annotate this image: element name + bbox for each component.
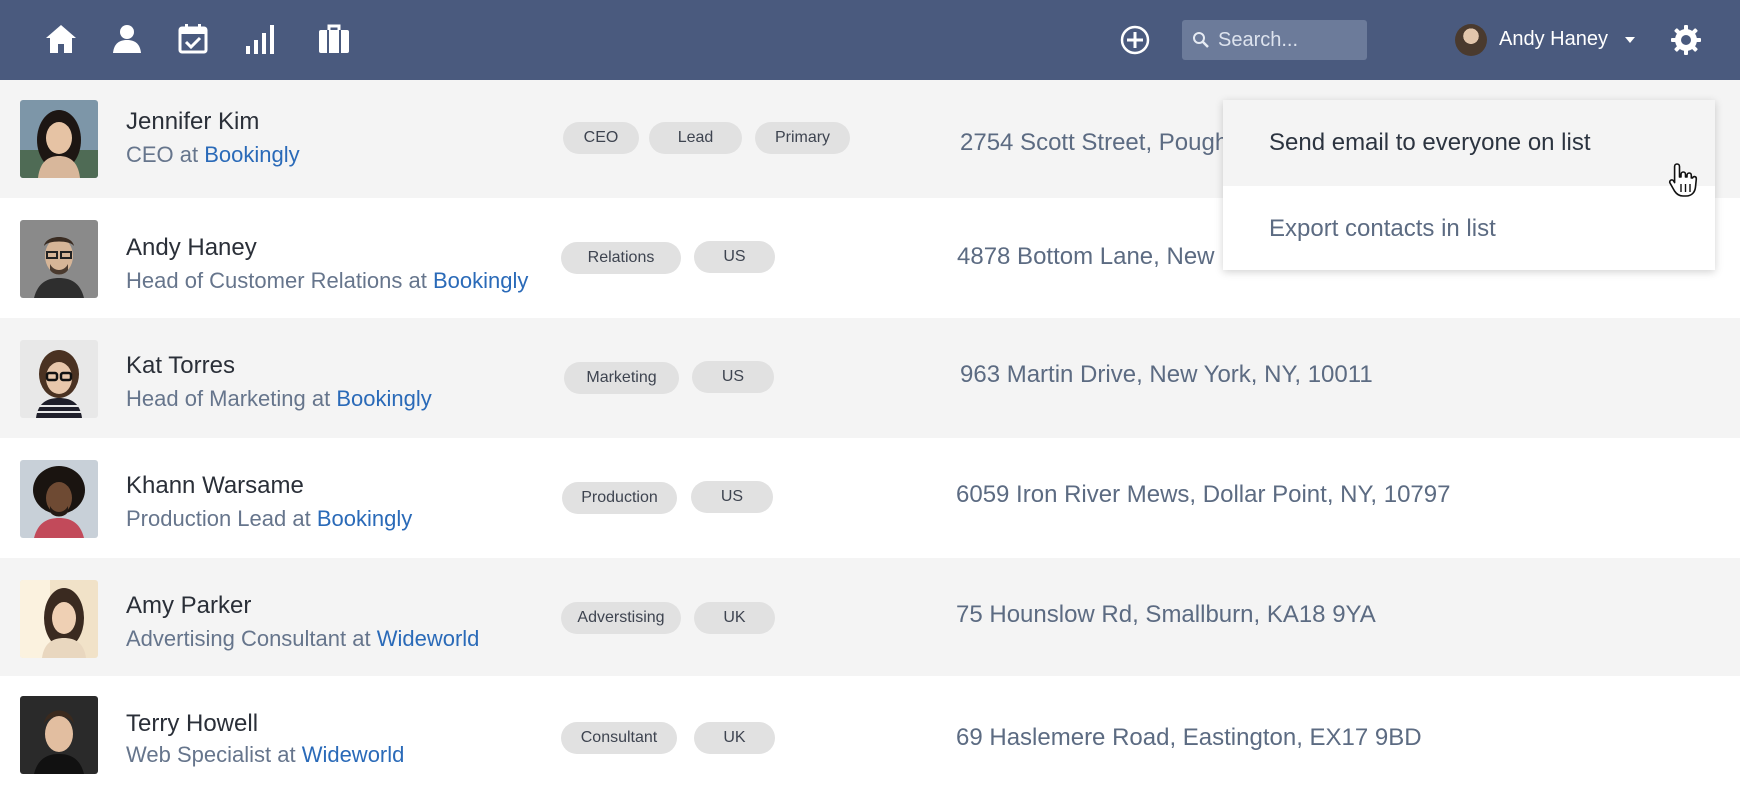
tag-badge[interactable]: Relations <box>561 242 681 274</box>
contact-name: Andy Haney <box>126 234 257 261</box>
person-icon[interactable] <box>108 20 146 58</box>
tag-badge[interactable]: UK <box>694 602 775 634</box>
user-name: Andy Haney <box>1499 28 1608 50</box>
home-icon[interactable] <box>42 20 80 58</box>
contact-photo <box>20 100 98 178</box>
tag-badge[interactable]: US <box>694 241 775 273</box>
contact-role: Advertising Consultant at <box>126 626 377 651</box>
export-contacts-menu-item[interactable]: Export contacts in list <box>1223 186 1715 272</box>
tag-badge[interactable]: Production <box>562 482 677 514</box>
contact-title: Head of Marketing at Bookingly <box>126 386 432 412</box>
contact-name: Kat Torres <box>126 352 235 379</box>
contact-address: 69 Haslemere Road, Eastington, EX17 9BD <box>956 724 1422 751</box>
contact-address: 6059 Iron River Mews, Dollar Point, NY, … <box>956 481 1451 508</box>
contact-name: Terry Howell <box>126 710 259 737</box>
bar-chart-icon[interactable] <box>242 20 280 58</box>
chevron-down-icon <box>1625 37 1635 43</box>
send-email-menu-item[interactable]: Send email to everyone on list <box>1223 100 1715 186</box>
contact-photo <box>20 580 98 658</box>
contact-role: Web Specialist at <box>126 742 302 767</box>
contact-name: Jennifer Kim <box>126 108 260 135</box>
contact-role: Production Lead at <box>126 506 317 531</box>
contact-photo <box>20 340 98 418</box>
export-contacts-label: Export contacts in list <box>1269 215 1496 242</box>
contact-name: Amy Parker <box>126 592 252 619</box>
briefcase-icon[interactable] <box>315 20 353 58</box>
contact-role: CEO at <box>126 142 205 167</box>
contact-address: 963 Martin Drive, New York, NY, 10011 <box>960 361 1373 388</box>
contact-role: Head of Marketing at <box>126 386 337 411</box>
contact-title: Head of Customer Relations at Bookingly <box>126 268 528 294</box>
contact-address: 4878 Bottom Lane, New <box>957 243 1215 270</box>
contact-row[interactable]: Terry Howell Web Specialist at Wideworld… <box>0 676 1740 798</box>
tag-badge[interactable]: Lead <box>649 122 742 154</box>
tag-badge[interactable]: Primary <box>755 122 850 154</box>
tag-badge[interactable]: US <box>691 481 773 513</box>
company-link[interactable]: Wideworld <box>377 626 480 651</box>
list-actions-dropdown: Send email to everyone on list Export co… <box>1223 100 1715 270</box>
company-link[interactable]: Bookingly <box>433 268 528 293</box>
company-link[interactable]: Wideworld <box>302 742 405 767</box>
contact-name: Khann Warsame <box>126 472 304 499</box>
contact-photo <box>20 220 98 298</box>
tag-badge[interactable]: CEO <box>563 122 639 154</box>
contact-role: Head of Customer Relations at <box>126 268 433 293</box>
search-box <box>1182 20 1367 60</box>
contact-row[interactable]: Khann Warsame Production Lead at Booking… <box>0 438 1740 558</box>
send-email-label: Send email to everyone on list <box>1269 129 1591 156</box>
tag-badge[interactable]: Consultant <box>561 722 677 754</box>
contact-address: 75 Hounslow Rd, Smallburn, KA18 9YA <box>956 601 1376 628</box>
tag-badge[interactable]: Marketing <box>564 362 679 394</box>
contact-row[interactable]: Kat Torres Head of Marketing at Bookingl… <box>0 318 1740 438</box>
contact-row[interactable]: Amy Parker Advertising Consultant at Wid… <box>0 558 1740 676</box>
user-avatar <box>1455 24 1487 56</box>
top-navbar: Andy Haney <box>0 0 1740 80</box>
tag-badge[interactable]: US <box>692 361 774 393</box>
contact-title: Production Lead at Bookingly <box>126 506 412 532</box>
gear-icon[interactable] <box>1667 21 1705 59</box>
contact-address: 2754 Scott Street, Pough <box>960 129 1229 156</box>
contact-title: Advertising Consultant at Wideworld <box>126 626 479 652</box>
contact-title: Web Specialist at Wideworld <box>126 742 404 768</box>
plus-circle-icon[interactable] <box>1116 21 1154 59</box>
contact-photo <box>20 696 98 774</box>
contact-title: CEO at Bookingly <box>126 142 300 168</box>
contact-photo <box>20 460 98 538</box>
search-input[interactable] <box>1218 20 1363 60</box>
search-icon <box>1193 32 1209 48</box>
company-link[interactable]: Bookingly <box>317 506 412 531</box>
company-link[interactable]: Bookingly <box>204 142 299 167</box>
tag-badge[interactable]: Adverstising <box>561 602 681 634</box>
company-link[interactable]: Bookingly <box>336 386 431 411</box>
tag-badge[interactable]: UK <box>694 722 775 754</box>
calendar-check-icon[interactable] <box>174 20 212 58</box>
